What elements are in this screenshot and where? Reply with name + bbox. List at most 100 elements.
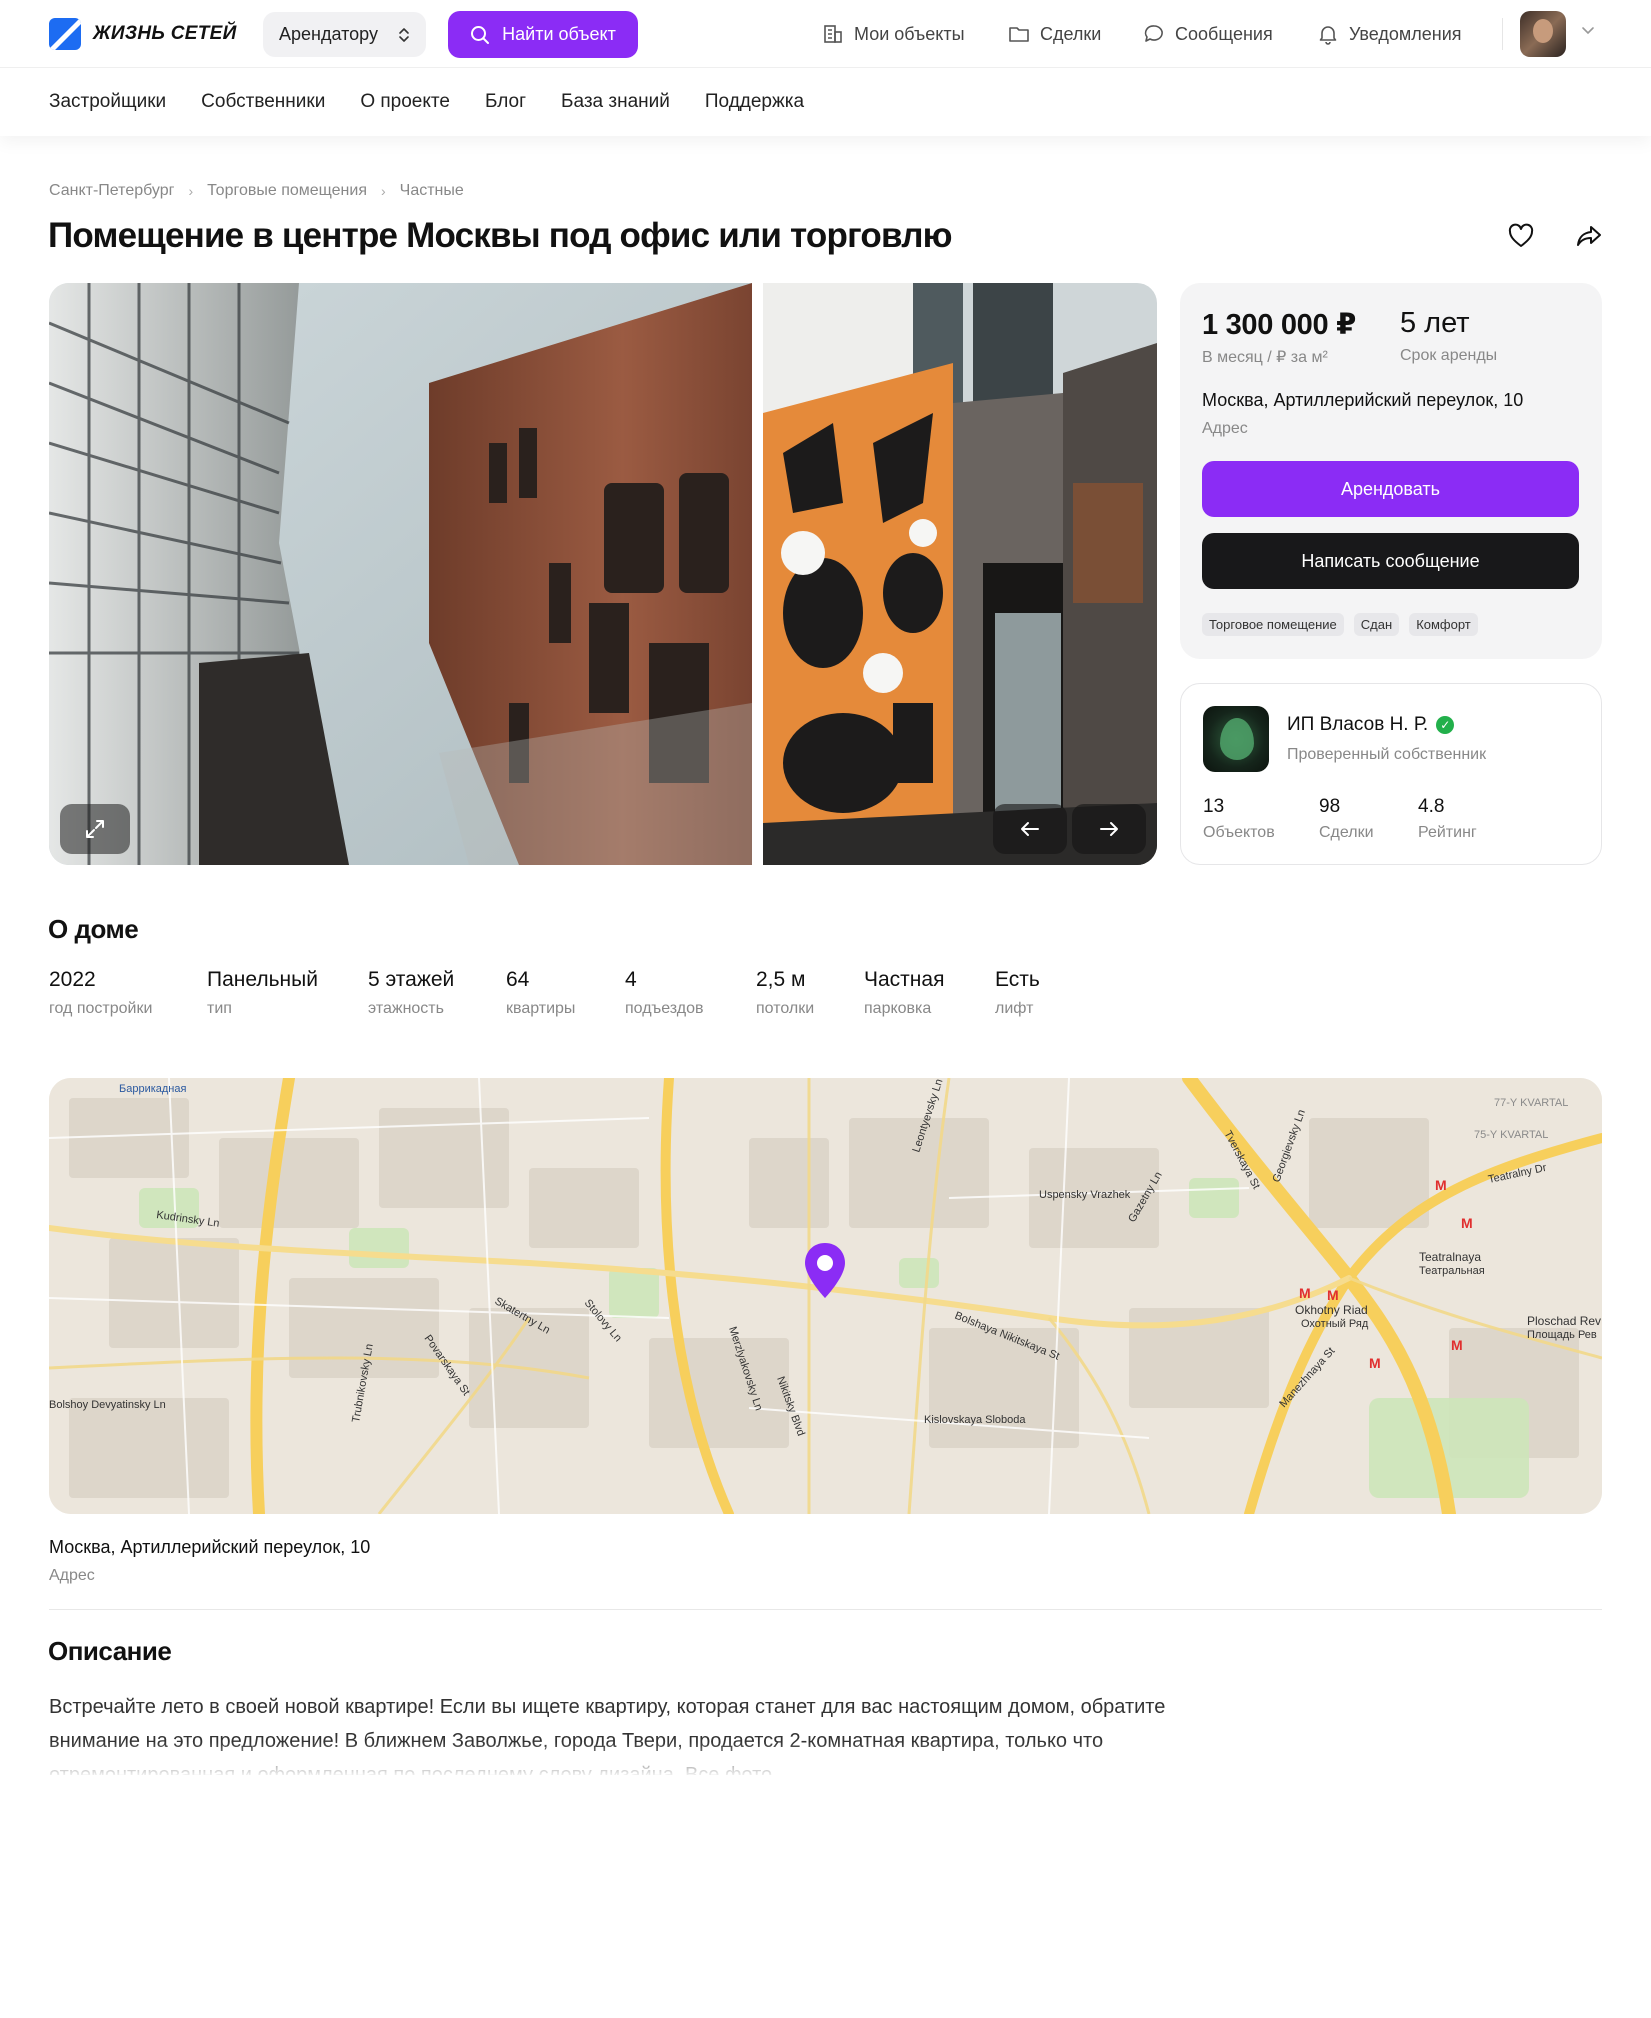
stat-value: 98 [1319, 796, 1341, 817]
breadcrumb-item[interactable]: Торговые помещения [207, 182, 367, 200]
chat-icon [1144, 25, 1163, 42]
expand-icon [86, 820, 104, 838]
gallery-prev-button[interactable] [993, 804, 1067, 854]
stat-value: 2022 [49, 968, 96, 991]
stat-value: 2,5 м [756, 968, 806, 991]
owner-stat-deals: 98 Сделки [1319, 796, 1374, 842]
house-stat-type: Панельный тип [207, 968, 368, 1018]
subnav-developers[interactable]: Застройщики [49, 91, 166, 113]
stat-label: лифт [995, 1000, 1034, 1017]
price-value: 1 300 000 ₽ [1202, 309, 1356, 341]
svg-text:M: M [1327, 1287, 1339, 1303]
find-object-button[interactable]: Найти объект [448, 11, 638, 58]
map-label: Teatralnaya [1419, 1250, 1481, 1264]
owner-name-text: ИП Власов Н. Р. [1287, 714, 1429, 735]
stat-label: Сделки [1319, 824, 1374, 841]
nav-notifications[interactable]: Уведомления [1317, 0, 1462, 68]
owner-avatar [1203, 706, 1269, 772]
description-fade [49, 1742, 1169, 1778]
nav-deals[interactable]: Сделки [1008, 0, 1101, 68]
rent-button[interactable]: Арендовать [1202, 461, 1579, 517]
stat-value: Частная [864, 968, 945, 991]
arrow-left-icon [1021, 822, 1039, 836]
nav-my-objects[interactable]: Мои объекты [822, 0, 965, 68]
address-value: Москва, Артиллерийский переулок, 10 [1202, 390, 1524, 410]
nav-messages-label: Сообщения [1175, 23, 1273, 44]
description-title: Описание [48, 1636, 172, 1666]
map-label: 77-Y KVARTAL [1494, 1097, 1568, 1109]
stat-value: Есть [995, 968, 1040, 991]
stat-label: Рейтинг [1418, 824, 1477, 841]
mural-photo [763, 283, 1157, 865]
house-stats: 2022 год постройки Панельный тип 5 этажей э… [49, 968, 1085, 1018]
updown-chevron-icon [398, 26, 410, 44]
write-message-button[interactable]: Написать сообщение [1202, 533, 1579, 589]
map-label: Охотный Ряд [1301, 1318, 1369, 1330]
stat-label: подъездов [625, 1000, 704, 1017]
stat-label: Объектов [1203, 824, 1275, 841]
user-avatar[interactable] [1520, 11, 1566, 57]
map-label: Okhotny Riad [1295, 1303, 1368, 1317]
map-address: Москва, Артиллерийский переулок, 10 [49, 1537, 371, 1557]
tag-list: Торговое помещение Сдан Комфорт [1202, 613, 1478, 636]
stat-value: 64 [506, 968, 530, 991]
map-address-label: Адрес [49, 1567, 95, 1584]
map-label: Uspensky Vrazhek [1039, 1189, 1131, 1201]
map-label: Kislovskaya Sloboda [924, 1414, 1026, 1426]
stat-value: 13 [1203, 796, 1225, 817]
building-photo [49, 283, 752, 865]
top-bar: ЖИЗНЬ СЕТЕЙ Арендатору Найти объект Мои … [0, 0, 1651, 68]
house-stat-floors: 5 этажей этажность [368, 968, 506, 1018]
nav-my-objects-label: Мои объекты [854, 23, 965, 44]
expand-gallery-button[interactable] [60, 804, 130, 854]
page-title: Помещение в центре Москвы под офис или т… [48, 216, 953, 255]
heart-icon [1508, 223, 1534, 247]
map-label: Баррикадная [119, 1083, 186, 1095]
tag: Комфорт [1409, 613, 1478, 636]
chevron-down-icon[interactable] [1580, 22, 1596, 43]
subnav-owners[interactable]: Собственники [201, 91, 325, 113]
stat-label: этажность [368, 1000, 444, 1017]
subnav-blog[interactable]: Блог [485, 91, 526, 113]
house-stat-entrances: 4 подъездов [625, 968, 756, 1018]
role-select[interactable]: Арендатору [263, 12, 426, 57]
share-icon [1577, 226, 1601, 246]
breadcrumb-item[interactable]: Частные [400, 182, 464, 200]
owner-status: Проверенный собственник [1287, 746, 1487, 763]
gallery-side-photo[interactable] [763, 283, 1157, 865]
logo[interactable]: ЖИЗНЬ СЕТЕЙ [49, 18, 237, 50]
subnav-about[interactable]: О проекте [360, 91, 450, 113]
stat-label: парковка [864, 1000, 932, 1017]
nav-messages[interactable]: Сообщения [1143, 0, 1273, 68]
gallery-next-button[interactable] [1072, 804, 1146, 854]
stat-value: Панельный [207, 968, 318, 991]
svg-text:M: M [1461, 1215, 1473, 1231]
subnav-knowledge-base[interactable]: База знаний [561, 91, 670, 113]
tag: Торговое помещение [1202, 613, 1344, 636]
header-divider [1502, 18, 1503, 50]
logo-mark-icon [49, 18, 81, 50]
address-label: Адрес [1202, 420, 1248, 437]
secondary-nav: Застройщики Собственники О проекте Блог … [49, 68, 804, 136]
map-canvas: M MM MMM Tverskaya St Bolshaya Nikitskaya… [49, 1078, 1602, 1514]
tag: Сдан [1353, 613, 1400, 636]
lease-term-label: Срок аренды [1400, 347, 1498, 364]
house-stat-parking: Частная парковка [864, 968, 995, 1018]
favorite-button[interactable] [1505, 220, 1537, 252]
share-button[interactable] [1573, 220, 1605, 252]
subnav-support[interactable]: Поддержка [705, 91, 804, 113]
location-map[interactable]: MMM MMM Tverskaya St Bolshaya Nikitskaya… [49, 1078, 1602, 1514]
stat-value: 4 [625, 968, 637, 991]
folder-icon [1009, 27, 1029, 42]
owner-card[interactable]: ИП Власов Н. Р. ✓ Проверенный собственни… [1180, 683, 1602, 865]
map-label: 75-Y KVARTAL [1474, 1129, 1548, 1141]
price-card: 1 300 000 ₽ В месяц / ₽ за м² 5 лет Срок… [1180, 283, 1602, 659]
breadcrumb-item[interactable]: Санкт-Петербург [49, 182, 174, 200]
verified-check-icon: ✓ [1436, 716, 1455, 734]
map-label: Ploschad Rev [1527, 1314, 1601, 1328]
map-label: Театральная [1419, 1265, 1485, 1277]
about-house-title: О доме [48, 914, 139, 944]
gallery-main-photo[interactable] [49, 283, 752, 865]
stat-value: 4.8 [1418, 796, 1445, 817]
role-select-value: Арендатору [279, 24, 378, 44]
